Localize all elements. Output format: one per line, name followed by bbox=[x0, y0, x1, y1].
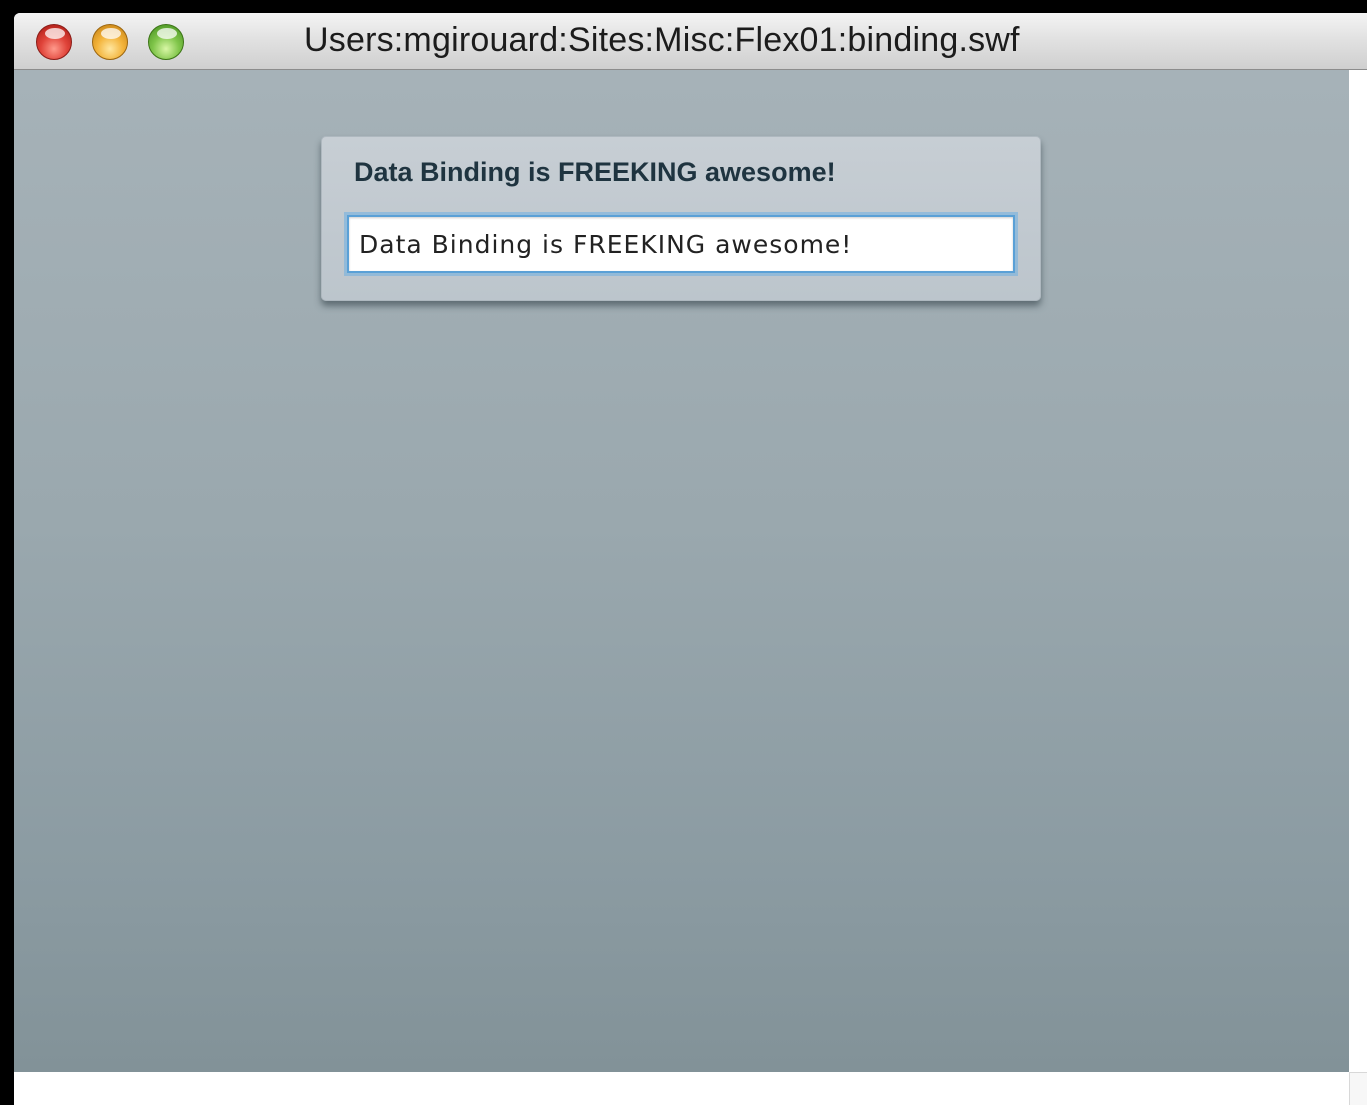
window-title: Users:mgirouard:Sites:Misc:Flex01:bindin… bbox=[304, 21, 1020, 59]
zoom-button[interactable] bbox=[148, 24, 184, 60]
right-edge bbox=[1349, 70, 1367, 1105]
flash-stage: Data Binding is FREEKING awesome! bbox=[14, 70, 1349, 1072]
bottom-edge bbox=[14, 1072, 1367, 1105]
binding-text-input[interactable] bbox=[347, 215, 1015, 273]
close-button[interactable] bbox=[36, 24, 72, 60]
title-bar[interactable]: Users:mgirouard:Sites:Misc:Flex01:bindin… bbox=[14, 13, 1367, 70]
resize-handle[interactable] bbox=[1349, 1072, 1367, 1105]
binding-panel: Data Binding is FREEKING awesome! bbox=[321, 136, 1041, 301]
minimize-button[interactable] bbox=[92, 24, 128, 60]
panel-title: Data Binding is FREEKING awesome! bbox=[354, 157, 836, 187]
app-window: Users:mgirouard:Sites:Misc:Flex01:bindin… bbox=[14, 13, 1367, 1105]
